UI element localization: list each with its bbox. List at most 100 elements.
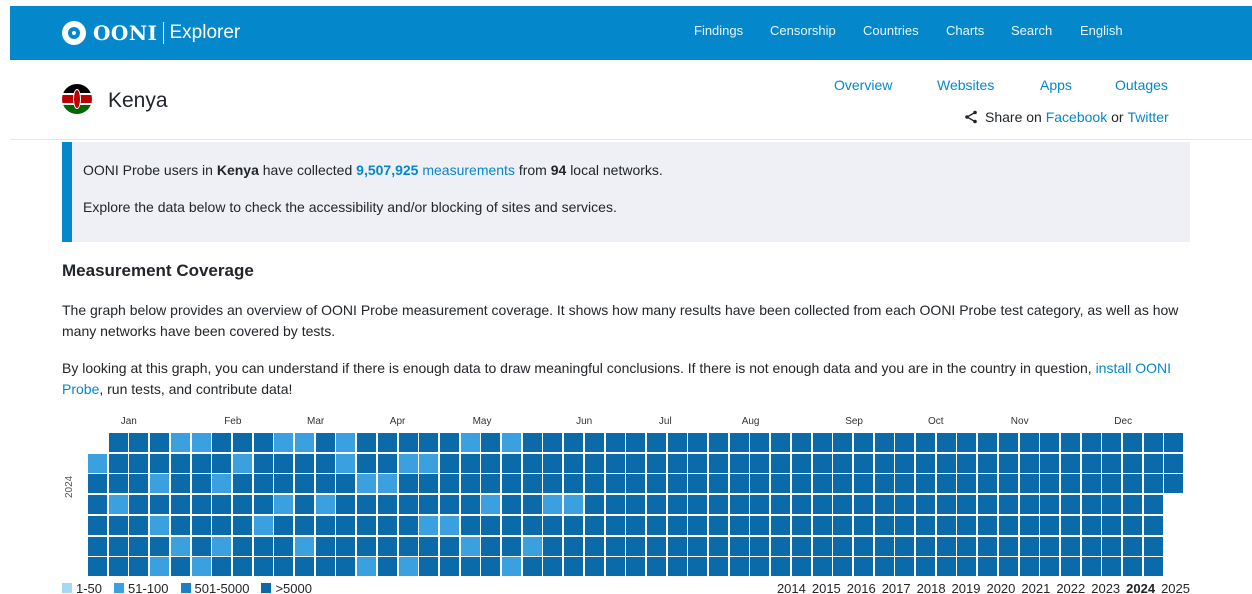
calendar-day-cell[interactable] <box>191 433 211 452</box>
calendar-day-cell[interactable] <box>377 453 397 473</box>
calendar-day-cell[interactable] <box>1040 557 1060 577</box>
calendar-day-cell[interactable] <box>791 536 811 556</box>
calendar-day-cell[interactable] <box>108 557 128 577</box>
calendar-day-cell[interactable] <box>874 453 894 473</box>
calendar-day-cell[interactable] <box>771 536 791 556</box>
calendar-day-cell[interactable] <box>129 557 149 577</box>
calendar-day-cell[interactable] <box>771 557 791 577</box>
calendar-day-cell[interactable] <box>667 495 687 515</box>
calendar-day-cell[interactable] <box>667 557 687 577</box>
calendar-day-cell[interactable] <box>274 495 294 515</box>
calendar-day-cell[interactable] <box>232 557 252 577</box>
calendar-day-cell[interactable] <box>688 433 708 452</box>
calendar-day-cell[interactable] <box>833 474 853 494</box>
calendar-day-cell[interactable] <box>1164 433 1184 452</box>
calendar-day-cell[interactable] <box>232 495 252 515</box>
calendar-day-cell[interactable] <box>1019 474 1039 494</box>
calendar-day-cell[interactable] <box>1019 495 1039 515</box>
calendar-day-cell[interactable] <box>584 536 604 556</box>
calendar-day-cell[interactable] <box>295 557 314 577</box>
calendar-day-cell[interactable] <box>1081 433 1101 452</box>
share-twitter-link[interactable]: Twitter <box>1127 109 1168 125</box>
calendar-day-cell[interactable] <box>150 495 170 515</box>
calendar-day-cell[interactable] <box>564 495 584 515</box>
calendar-day-cell[interactable] <box>543 557 563 577</box>
calendar-day-cell[interactable] <box>605 536 625 556</box>
calendar-day-cell[interactable] <box>791 495 811 515</box>
calendar-day-cell[interactable] <box>150 433 170 452</box>
calendar-day-cell[interactable] <box>129 515 149 535</box>
calendar-day-cell[interactable] <box>543 433 563 452</box>
calendar-day-cell[interactable] <box>626 515 646 535</box>
calendar-day-cell[interactable] <box>833 453 853 473</box>
calendar-day-cell[interactable] <box>874 433 894 452</box>
calendar-day-cell[interactable] <box>936 433 956 452</box>
calendar-day-cell[interactable] <box>1040 433 1060 452</box>
calendar-day-cell[interactable] <box>709 536 728 556</box>
calendar-day-cell[interactable] <box>1123 433 1142 452</box>
calendar-day-cell[interactable] <box>1040 495 1060 515</box>
calendar-day-cell[interactable] <box>605 474 625 494</box>
calendar-day-cell[interactable] <box>688 536 708 556</box>
calendar-day-cell[interactable] <box>543 515 563 535</box>
year-link-2015[interactable]: 2015 <box>812 581 841 594</box>
calendar-day-cell[interactable] <box>1040 515 1060 535</box>
calendar-day-cell[interactable] <box>605 453 625 473</box>
calendar-day-cell[interactable] <box>522 495 542 515</box>
calendar-day-cell[interactable] <box>626 557 646 577</box>
calendar-day-cell[interactable] <box>998 474 1018 494</box>
calendar-day-cell[interactable] <box>584 557 604 577</box>
calendar-day-cell[interactable] <box>481 433 501 452</box>
calendar-day-cell[interactable] <box>626 474 646 494</box>
calendar-day-cell[interactable] <box>833 536 853 556</box>
calendar-day-cell[interactable] <box>709 433 728 452</box>
calendar-day-cell[interactable] <box>646 495 666 515</box>
calendar-day-cell[interactable] <box>978 557 998 577</box>
calendar-day-cell[interactable] <box>646 536 666 556</box>
calendar-day-cell[interactable] <box>336 474 356 494</box>
calendar-day-cell[interactable] <box>895 536 915 556</box>
calendar-day-cell[interactable] <box>957 433 977 452</box>
calendar-day-cell[interactable] <box>1019 536 1039 556</box>
calendar-day-cell[interactable] <box>170 536 190 556</box>
calendar-day-cell[interactable] <box>605 557 625 577</box>
calendar-day-cell[interactable] <box>522 474 542 494</box>
calendar-day-cell[interactable] <box>502 495 521 515</box>
calendar-day-cell[interactable] <box>295 495 314 515</box>
calendar-day-cell[interactable] <box>1102 557 1122 577</box>
calendar-day-cell[interactable] <box>1143 536 1163 556</box>
calendar-day-cell[interactable] <box>315 495 335 515</box>
calendar-day-cell[interactable] <box>419 536 439 556</box>
calendar-day-cell[interactable] <box>460 557 480 577</box>
calendar-day-cell[interactable] <box>315 474 335 494</box>
calendar-day-cell[interactable] <box>667 515 687 535</box>
calendar-day-cell[interactable] <box>1123 515 1142 535</box>
calendar-day-cell[interactable] <box>936 453 956 473</box>
calendar-day-cell[interactable] <box>874 557 894 577</box>
calendar-day-cell[interactable] <box>1060 536 1080 556</box>
calendar-day-cell[interactable] <box>439 557 459 577</box>
calendar-day-cell[interactable] <box>191 557 211 577</box>
calendar-day-cell[interactable] <box>916 536 935 556</box>
calendar-day-cell[interactable] <box>584 515 604 535</box>
calendar-day-cell[interactable] <box>377 515 397 535</box>
calendar-day-cell[interactable] <box>853 453 873 473</box>
calendar-day-cell[interactable] <box>853 557 873 577</box>
nav-findings[interactable]: Findings <box>694 23 743 38</box>
calendar-day-cell[interactable] <box>916 495 935 515</box>
calendar-day-cell[interactable] <box>667 536 687 556</box>
year-link-2018[interactable]: 2018 <box>917 581 946 594</box>
calendar-day-cell[interactable] <box>336 495 356 515</box>
tab-outages[interactable]: Outages <box>1115 77 1168 93</box>
calendar-day-cell[interactable] <box>812 433 832 452</box>
calendar-day-cell[interactable] <box>1102 495 1122 515</box>
calendar-day-cell[interactable] <box>88 474 107 494</box>
calendar-day-cell[interactable] <box>1143 495 1163 515</box>
calendar-day-cell[interactable] <box>88 495 107 515</box>
calendar-day-cell[interactable] <box>150 536 170 556</box>
calendar-day-cell[interactable] <box>957 557 977 577</box>
calendar-day-cell[interactable] <box>998 536 1018 556</box>
calendar-day-cell[interactable] <box>916 474 935 494</box>
calendar-day-cell[interactable] <box>1123 536 1142 556</box>
calendar-day-cell[interactable] <box>150 515 170 535</box>
